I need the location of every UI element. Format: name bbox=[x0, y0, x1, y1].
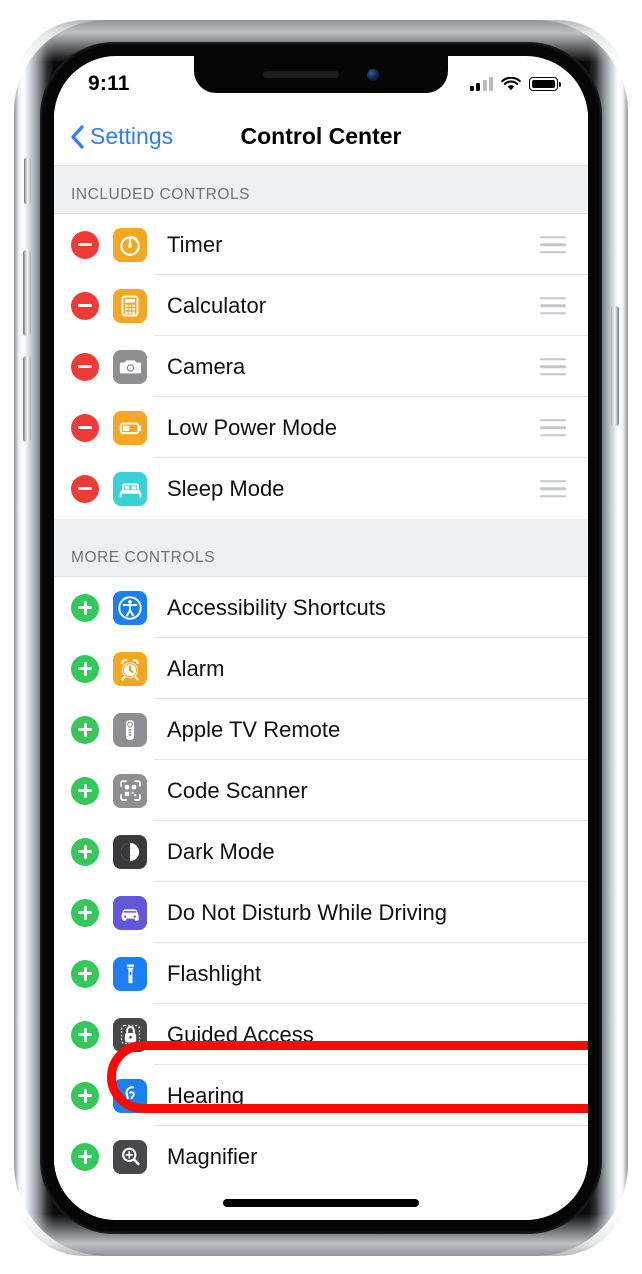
control-row[interactable]: Magnifier bbox=[54, 1126, 588, 1187]
flashlight-icon bbox=[113, 956, 147, 991]
control-row-label: Magnifier bbox=[167, 1143, 258, 1169]
control-row[interactable]: Low Power Mode bbox=[54, 397, 588, 458]
add-control-button[interactable] bbox=[71, 715, 99, 744]
car-icon bbox=[113, 895, 147, 930]
front-camera bbox=[367, 68, 379, 81]
control-row[interactable]: Camera bbox=[54, 336, 588, 397]
section-header: INCLUDED CONTROLS bbox=[54, 165, 588, 214]
timer-icon bbox=[113, 227, 147, 262]
control-row-label: Guided Access bbox=[167, 1021, 314, 1047]
control-row-label: Flashlight bbox=[167, 960, 262, 986]
bed-icon bbox=[113, 471, 147, 506]
wifi-icon bbox=[501, 76, 521, 90]
section-header: MORE CONTROLS bbox=[54, 519, 588, 577]
home-indicator[interactable] bbox=[223, 1199, 419, 1207]
reorder-handle-icon[interactable] bbox=[540, 418, 566, 437]
add-control-button[interactable] bbox=[71, 1081, 99, 1110]
calculator-icon bbox=[113, 288, 147, 323]
control-row-label: Calculator bbox=[167, 292, 267, 318]
reorder-handle-icon[interactable] bbox=[540, 296, 566, 315]
controls-list[interactable]: INCLUDED CONTROLS Timer Calculator Camera Lo… bbox=[54, 165, 588, 1220]
qr-code-icon bbox=[113, 773, 147, 808]
battery-full-icon bbox=[529, 77, 561, 91]
add-control-button[interactable] bbox=[71, 898, 99, 927]
chevron-left-icon bbox=[71, 125, 84, 149]
dark-mode-icon bbox=[113, 834, 147, 869]
phone-screen: 9:11 Settings Control Center INCLUDED CO… bbox=[54, 56, 588, 1220]
control-row-label: Camera bbox=[167, 353, 246, 379]
remove-control-button[interactable] bbox=[71, 474, 99, 503]
speaker-slot bbox=[263, 71, 339, 78]
control-row[interactable]: Hearing bbox=[54, 1065, 588, 1126]
phone-device: 9:11 Settings Control Center INCLUDED CO… bbox=[14, 20, 628, 1256]
remove-control-button[interactable] bbox=[71, 291, 99, 320]
power-button[interactable] bbox=[611, 306, 619, 426]
control-row-label: Apple TV Remote bbox=[167, 716, 341, 742]
notch bbox=[194, 56, 448, 93]
reorder-handle-icon[interactable] bbox=[540, 479, 566, 498]
add-control-button[interactable] bbox=[71, 593, 99, 622]
add-control-button[interactable] bbox=[71, 959, 99, 988]
remove-control-button[interactable] bbox=[71, 352, 99, 381]
control-row-label: Alarm bbox=[167, 655, 225, 681]
navigation-bar: Settings Control Center bbox=[54, 108, 588, 165]
camera-icon bbox=[113, 349, 147, 384]
volume-up-button[interactable] bbox=[23, 250, 31, 336]
accessibility-icon bbox=[113, 590, 147, 625]
control-row-label: Code Scanner bbox=[167, 777, 308, 803]
control-row-label: Hearing bbox=[167, 1082, 245, 1108]
control-row-label: Dark Mode bbox=[167, 838, 275, 864]
back-button-settings[interactable]: Settings bbox=[54, 123, 173, 150]
control-row[interactable]: Apple TV Remote bbox=[54, 699, 588, 760]
control-row-label: Low Power Mode bbox=[167, 414, 337, 440]
control-row-label: Accessibility Shortcuts bbox=[167, 594, 386, 620]
battery-icon bbox=[113, 410, 147, 445]
control-row[interactable]: Accessibility Shortcuts bbox=[54, 577, 588, 638]
ring-silencer-switch[interactable] bbox=[24, 158, 31, 204]
reorder-handle-icon[interactable] bbox=[540, 235, 566, 254]
control-row-label: Timer bbox=[167, 231, 223, 257]
control-row-label: Do Not Disturb While Driving bbox=[167, 899, 447, 925]
add-control-button[interactable] bbox=[71, 837, 99, 866]
status-time: 9:11 bbox=[88, 72, 130, 95]
control-row[interactable]: Sleep Mode bbox=[54, 458, 588, 519]
control-row[interactable]: Calculator bbox=[54, 275, 588, 336]
status-indicators bbox=[469, 76, 561, 92]
tv-remote-icon bbox=[113, 712, 147, 747]
control-row[interactable]: Flashlight bbox=[54, 943, 588, 1004]
control-row[interactable]: Code Scanner bbox=[54, 760, 588, 821]
cellular-signal-icon bbox=[469, 77, 493, 91]
control-row[interactable]: Alarm bbox=[54, 638, 588, 699]
remove-control-button[interactable] bbox=[71, 413, 99, 442]
reorder-handle-icon[interactable] bbox=[540, 357, 566, 376]
ear-icon bbox=[113, 1078, 147, 1113]
control-row[interactable]: Guided Access bbox=[54, 1004, 588, 1065]
magnifier-icon bbox=[113, 1139, 147, 1174]
volume-down-button[interactable] bbox=[23, 356, 31, 442]
control-row[interactable]: Dark Mode bbox=[54, 821, 588, 882]
control-row-label: Sleep Mode bbox=[167, 475, 285, 501]
control-row[interactable]: Timer bbox=[54, 214, 588, 275]
add-control-button[interactable] bbox=[71, 1142, 99, 1171]
alarm-clock-icon bbox=[113, 651, 147, 686]
add-control-button[interactable] bbox=[71, 776, 99, 805]
lock-icon bbox=[113, 1017, 147, 1052]
back-button-label: Settings bbox=[90, 123, 174, 149]
add-control-button[interactable] bbox=[71, 654, 99, 683]
control-row[interactable]: Do Not Disturb While Driving bbox=[54, 882, 588, 943]
remove-control-button[interactable] bbox=[71, 230, 99, 259]
add-control-button[interactable] bbox=[71, 1020, 99, 1049]
